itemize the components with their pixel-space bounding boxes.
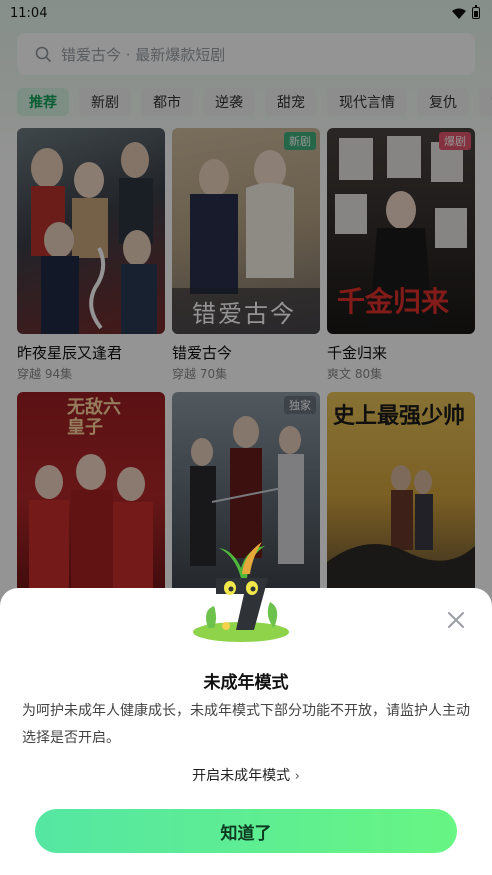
dialog-description: 为呵护未成年人健康成长，未成年模式下部分功能不开放，请监护人主动选择是否开启。: [22, 703, 470, 746]
chevron-right-icon: ›: [294, 769, 300, 784]
mascot-icon: [193, 542, 289, 642]
got-it-button[interactable]: 知道了: [35, 809, 457, 853]
enable-minor-mode-label: 开启未成年模式: [192, 768, 291, 784]
enable-minor-mode-link[interactable]: 开启未成年模式 ›: [0, 765, 492, 785]
dialog-title: 未成年模式: [203, 673, 289, 693]
close-icon[interactable]: [446, 610, 466, 630]
home-page: 11:04 错爱古今 · 最新爆款短剧 推荐 新剧 都市 逆袭 甜宠 现代言情 …: [0, 0, 492, 875]
